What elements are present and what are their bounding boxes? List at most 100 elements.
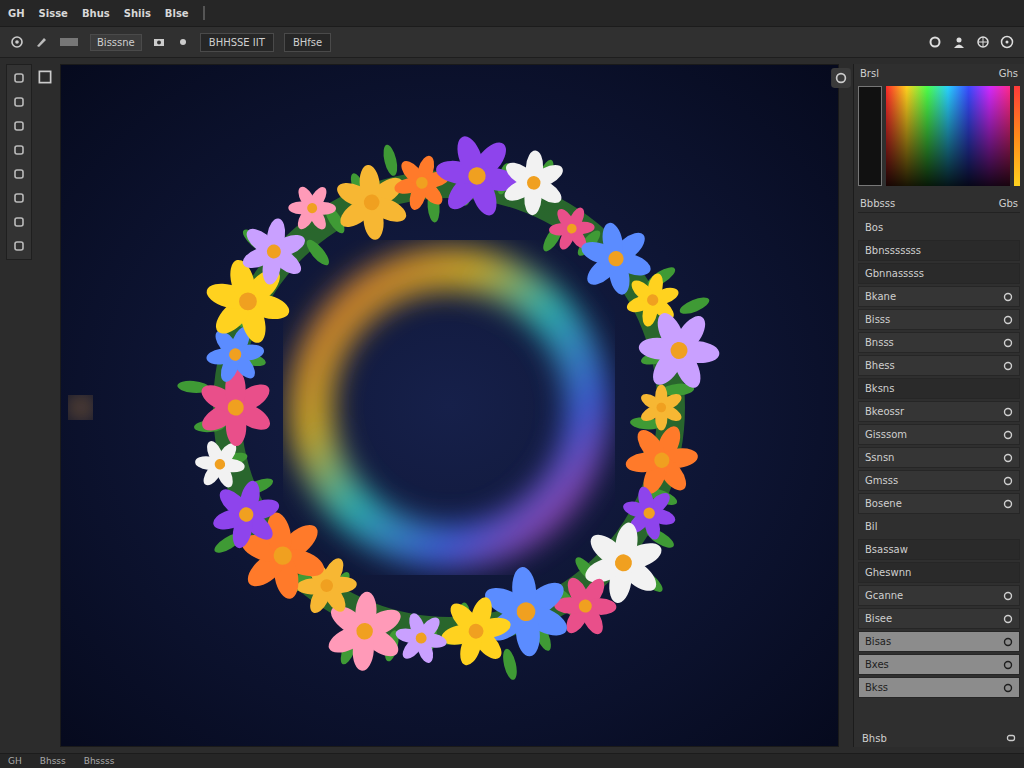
row-label: Gmsss — [865, 475, 898, 486]
property-row[interactable]: Ssnsn — [858, 447, 1020, 468]
toggle-icon[interactable] — [1003, 660, 1013, 670]
brush-icon[interactable] — [34, 35, 48, 49]
canvas-options-icon[interactable] — [830, 67, 852, 89]
status-bar: GHBhsssBhssss — [0, 753, 1024, 768]
secondary-tools — [36, 64, 56, 747]
row-label: Ssnsn — [865, 452, 894, 463]
property-row[interactable]: Bisee — [858, 608, 1020, 629]
dot-icon[interactable] — [176, 35, 190, 49]
toggle-icon[interactable] — [1003, 338, 1013, 348]
property-row[interactable]: Gcanne — [858, 585, 1020, 606]
property-row[interactable]: Bxes — [858, 654, 1020, 675]
status-item: Bhssss — [84, 756, 115, 766]
toggle-icon[interactable] — [1003, 591, 1013, 601]
row-label: Bos — [865, 222, 883, 233]
property-row[interactable]: Bos — [858, 217, 1020, 238]
toggle-icon[interactable] — [1003, 361, 1013, 371]
toggle-icon[interactable] — [1003, 453, 1013, 463]
property-row[interactable]: Bbnsssssss — [858, 240, 1020, 261]
toolbar-field[interactable]: BHfse — [284, 33, 331, 52]
tool-icon[interactable] — [12, 71, 26, 85]
toggle-icon[interactable] — [1003, 637, 1013, 647]
property-row[interactable]: Bisss — [858, 309, 1020, 330]
toggle-icon[interactable] — [1003, 476, 1013, 486]
gear-icon[interactable] — [10, 35, 24, 49]
tool-icon[interactable] — [12, 191, 26, 205]
toggle-icon[interactable] — [1003, 315, 1013, 325]
toggle-icon[interactable] — [1003, 614, 1013, 624]
property-row[interactable]: Gisssom — [858, 424, 1020, 445]
row-label: Gheswnn — [865, 567, 911, 578]
current-color-swatch[interactable] — [858, 86, 882, 186]
tool-icon[interactable] — [12, 215, 26, 229]
row-label: Gbnnasssss — [865, 268, 924, 279]
layers-icon[interactable] — [36, 68, 54, 86]
section-title: Bbbsss — [860, 198, 895, 209]
status-item: Bhsss — [40, 756, 66, 766]
menu-item[interactable]: GH — [8, 8, 25, 19]
row-label: Bisss — [865, 314, 890, 325]
panel-value: Ghs — [999, 68, 1018, 79]
settings-icon[interactable] — [928, 35, 942, 49]
canvas[interactable] — [60, 64, 839, 747]
row-label: Bisas — [865, 636, 891, 647]
tool-icon[interactable] — [12, 95, 26, 109]
row-label: Bnsss — [865, 337, 894, 348]
camera-icon[interactable] — [152, 35, 166, 49]
row-label: Bkeossr — [865, 406, 904, 417]
globe-icon[interactable] — [976, 35, 990, 49]
row-label: Bkss — [865, 682, 888, 693]
help-icon[interactable] — [1000, 35, 1014, 49]
property-row[interactable]: Bisas — [858, 631, 1020, 652]
row-label: Bbnsssssss — [865, 245, 921, 256]
toolbar-field[interactable]: BHHSSE IIT — [200, 33, 274, 52]
user-icon[interactable] — [952, 35, 966, 49]
toggle-icon[interactable] — [1003, 499, 1013, 509]
menu-item[interactable]: Shiis — [124, 8, 151, 19]
toggle-icon[interactable] — [1003, 407, 1013, 417]
property-row[interactable]: Bksns — [858, 378, 1020, 399]
panel-header: Brsl Ghs — [858, 64, 1020, 82]
property-row[interactable]: Gbnnasssss — [858, 263, 1020, 284]
footer-label: Bhsb — [862, 733, 887, 744]
row-label: Bil — [865, 521, 877, 532]
toggle-icon[interactable] — [1003, 430, 1013, 440]
menu-item[interactable]: Sisse — [39, 8, 68, 19]
property-row[interactable]: Bkss — [858, 677, 1020, 698]
tool-icon[interactable] — [12, 239, 26, 253]
property-row[interactable]: Bosene — [858, 493, 1020, 514]
panel-title: Brsl — [860, 68, 879, 79]
row-label: Bosene — [865, 498, 902, 509]
frame-icon[interactable] — [58, 35, 80, 49]
row-label: Bhess — [865, 360, 895, 371]
property-list: Bos Bbnsssssss Gbnnasssss Bkane Bisss Bnsss Bh… — [858, 217, 1020, 698]
tool-icon[interactable] — [12, 167, 26, 181]
property-row[interactable]: Bsassaw — [858, 539, 1020, 560]
row-label: Bkane — [865, 291, 896, 302]
property-row[interactable]: Gmsss — [858, 470, 1020, 491]
property-row[interactable]: Bil — [858, 516, 1020, 537]
menu-item[interactable]: Bhus — [82, 8, 110, 19]
toolbar-button[interactable]: Bisssne — [90, 34, 142, 51]
tool-icon[interactable] — [12, 119, 26, 133]
hue-slider[interactable] — [1014, 86, 1020, 186]
section-value: Gbs — [999, 198, 1018, 209]
property-row[interactable]: Bkeossr — [858, 401, 1020, 422]
menu-separator — [203, 6, 205, 20]
property-row[interactable]: Bnsss — [858, 332, 1020, 353]
color-spectrum[interactable] — [886, 86, 1010, 186]
property-row[interactable]: Gheswnn — [858, 562, 1020, 583]
property-row[interactable]: Bhess — [858, 355, 1020, 376]
menu-item[interactable]: Blse — [165, 8, 189, 19]
artwork-image — [61, 65, 838, 746]
row-label: Bxes — [865, 659, 889, 670]
toggle-icon[interactable] — [1003, 683, 1013, 693]
toggle-icon[interactable] — [1003, 292, 1013, 302]
property-row[interactable]: Bkane — [858, 286, 1020, 307]
color-picker — [858, 86, 1020, 186]
row-label: Bksns — [865, 383, 894, 394]
row-label: Gcanne — [865, 590, 903, 601]
link-icon[interactable] — [1006, 733, 1016, 743]
tool-icon[interactable] — [12, 143, 26, 157]
toolbar: Bisssne BHHSSE IIT BHfse — [0, 27, 1024, 58]
